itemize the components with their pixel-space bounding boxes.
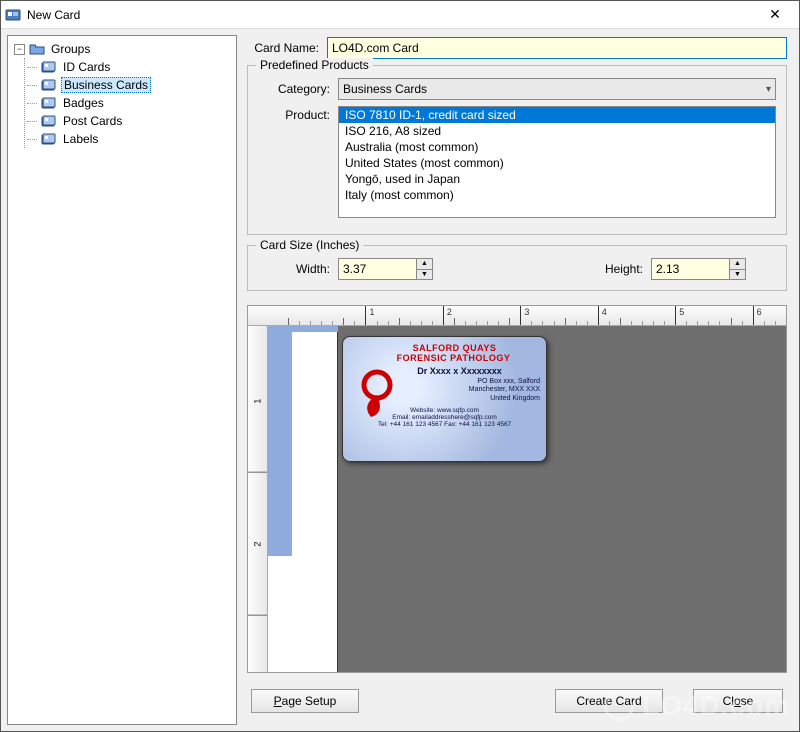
tree-item-badges[interactable]: Badges xyxy=(31,94,234,112)
category-value: Business Cards xyxy=(343,82,427,96)
vertical-ruler: 1 2 xyxy=(248,326,268,672)
predefined-legend: Predefined Products xyxy=(256,58,373,72)
card-preview: 1 2 SALFORD QUAYS FORENSIC PATHOLOGY Dr … xyxy=(247,305,787,673)
width-label: Width: xyxy=(258,262,338,276)
tree-root-label: Groups xyxy=(49,42,92,56)
chevron-down-icon: ▾ xyxy=(766,84,771,95)
page-setup-button[interactable]: Page Setup xyxy=(251,689,359,713)
product-label: Product: xyxy=(258,106,338,122)
width-up-icon[interactable]: ▲ xyxy=(417,259,432,270)
horizontal-ruler xyxy=(248,306,786,326)
height-input[interactable] xyxy=(651,258,730,280)
company-logo-icon xyxy=(353,367,401,423)
tree-item-business-cards[interactable]: Business Cards xyxy=(31,76,234,94)
product-listbox[interactable]: ISO 7810 ID-1, credit card sizedISO 216,… xyxy=(338,106,776,218)
height-down-icon[interactable]: ▼ xyxy=(730,270,745,280)
tree-item-label: Business Cards xyxy=(61,77,151,93)
width-input[interactable] xyxy=(338,258,417,280)
height-up-icon[interactable]: ▲ xyxy=(730,259,745,270)
sample-card[interactable]: SALFORD QUAYS FORENSIC PATHOLOGY Dr Xxxx… xyxy=(342,336,547,462)
tree-item-label: Badges xyxy=(61,96,106,110)
tree-item-label: ID Cards xyxy=(61,60,112,74)
cardsize-group: Card Size (Inches) Width: ▲ ▼ Height: xyxy=(247,245,787,291)
sample-brand2: FORENSIC PATHOLOGY xyxy=(367,353,540,363)
tree-item-label: Labels xyxy=(61,132,100,146)
product-option[interactable]: Australia (most common) xyxy=(339,139,775,155)
folder-icon xyxy=(29,41,45,57)
card-type-icon xyxy=(41,59,57,75)
card-type-icon xyxy=(41,77,57,93)
product-option[interactable]: ISO 216, A8 sized xyxy=(339,123,775,139)
height-spinner[interactable]: ▲ ▼ xyxy=(651,258,746,280)
tree-item-labels[interactable]: Labels xyxy=(31,130,234,148)
page-margin-top xyxy=(292,326,338,332)
tree-item-id-cards[interactable]: ID Cards xyxy=(31,58,234,76)
tree-item-label: Post Cards xyxy=(61,114,124,128)
close-icon[interactable]: ✕ xyxy=(755,6,795,23)
window-title: New Card xyxy=(27,8,755,22)
product-option[interactable]: Yongō, used in Japan xyxy=(339,171,775,187)
close-button[interactable]: Close xyxy=(693,689,783,713)
sample-name: Dr Xxxx x Xxxxxxxx xyxy=(379,366,540,376)
sample-brand1: SALFORD QUAYS xyxy=(369,343,540,353)
preview-canvas[interactable]: SALFORD QUAYS FORENSIC PATHOLOGY Dr Xxxx… xyxy=(268,326,786,672)
tree-item-post-cards[interactable]: Post Cards xyxy=(31,112,234,130)
new-card-window: New Card ✕ − Groups ID Cards Business Car… xyxy=(0,0,800,732)
create-card-button[interactable]: Create Card xyxy=(555,689,663,713)
ruler-v-1: 1 xyxy=(248,330,267,473)
card-name-input[interactable] xyxy=(327,37,787,59)
category-label: Category: xyxy=(258,82,338,96)
cardsize-legend: Card Size (Inches) xyxy=(256,238,363,252)
ruler-v-2: 2 xyxy=(248,473,267,616)
predefined-group: Predefined Products Category: Business C… xyxy=(247,65,787,235)
width-down-icon[interactable]: ▼ xyxy=(417,270,432,280)
card-type-icon xyxy=(41,113,57,129)
product-option[interactable]: ISO 7810 ID-1, credit card sized xyxy=(339,107,775,123)
product-option[interactable]: United States (most common) xyxy=(339,155,775,171)
titlebar: New Card ✕ xyxy=(1,1,799,29)
main-panel: Card Name: Predefined Products Category:… xyxy=(243,29,799,731)
card-type-icon xyxy=(41,131,57,147)
app-icon xyxy=(5,7,21,23)
product-option[interactable]: Italy (most common) xyxy=(339,187,775,203)
width-spinner[interactable]: ▲ ▼ xyxy=(338,258,433,280)
card-type-icon xyxy=(41,95,57,111)
card-name-label: Card Name: xyxy=(247,41,327,55)
collapse-icon[interactable]: − xyxy=(14,44,25,55)
height-label: Height: xyxy=(591,262,651,276)
category-select[interactable]: Business Cards ▾ xyxy=(338,78,776,100)
tree-root-groups[interactable]: − Groups xyxy=(12,40,234,58)
group-tree: − Groups ID Cards Business Cards Badges Pos… xyxy=(7,35,237,725)
page-margin xyxy=(268,326,292,556)
